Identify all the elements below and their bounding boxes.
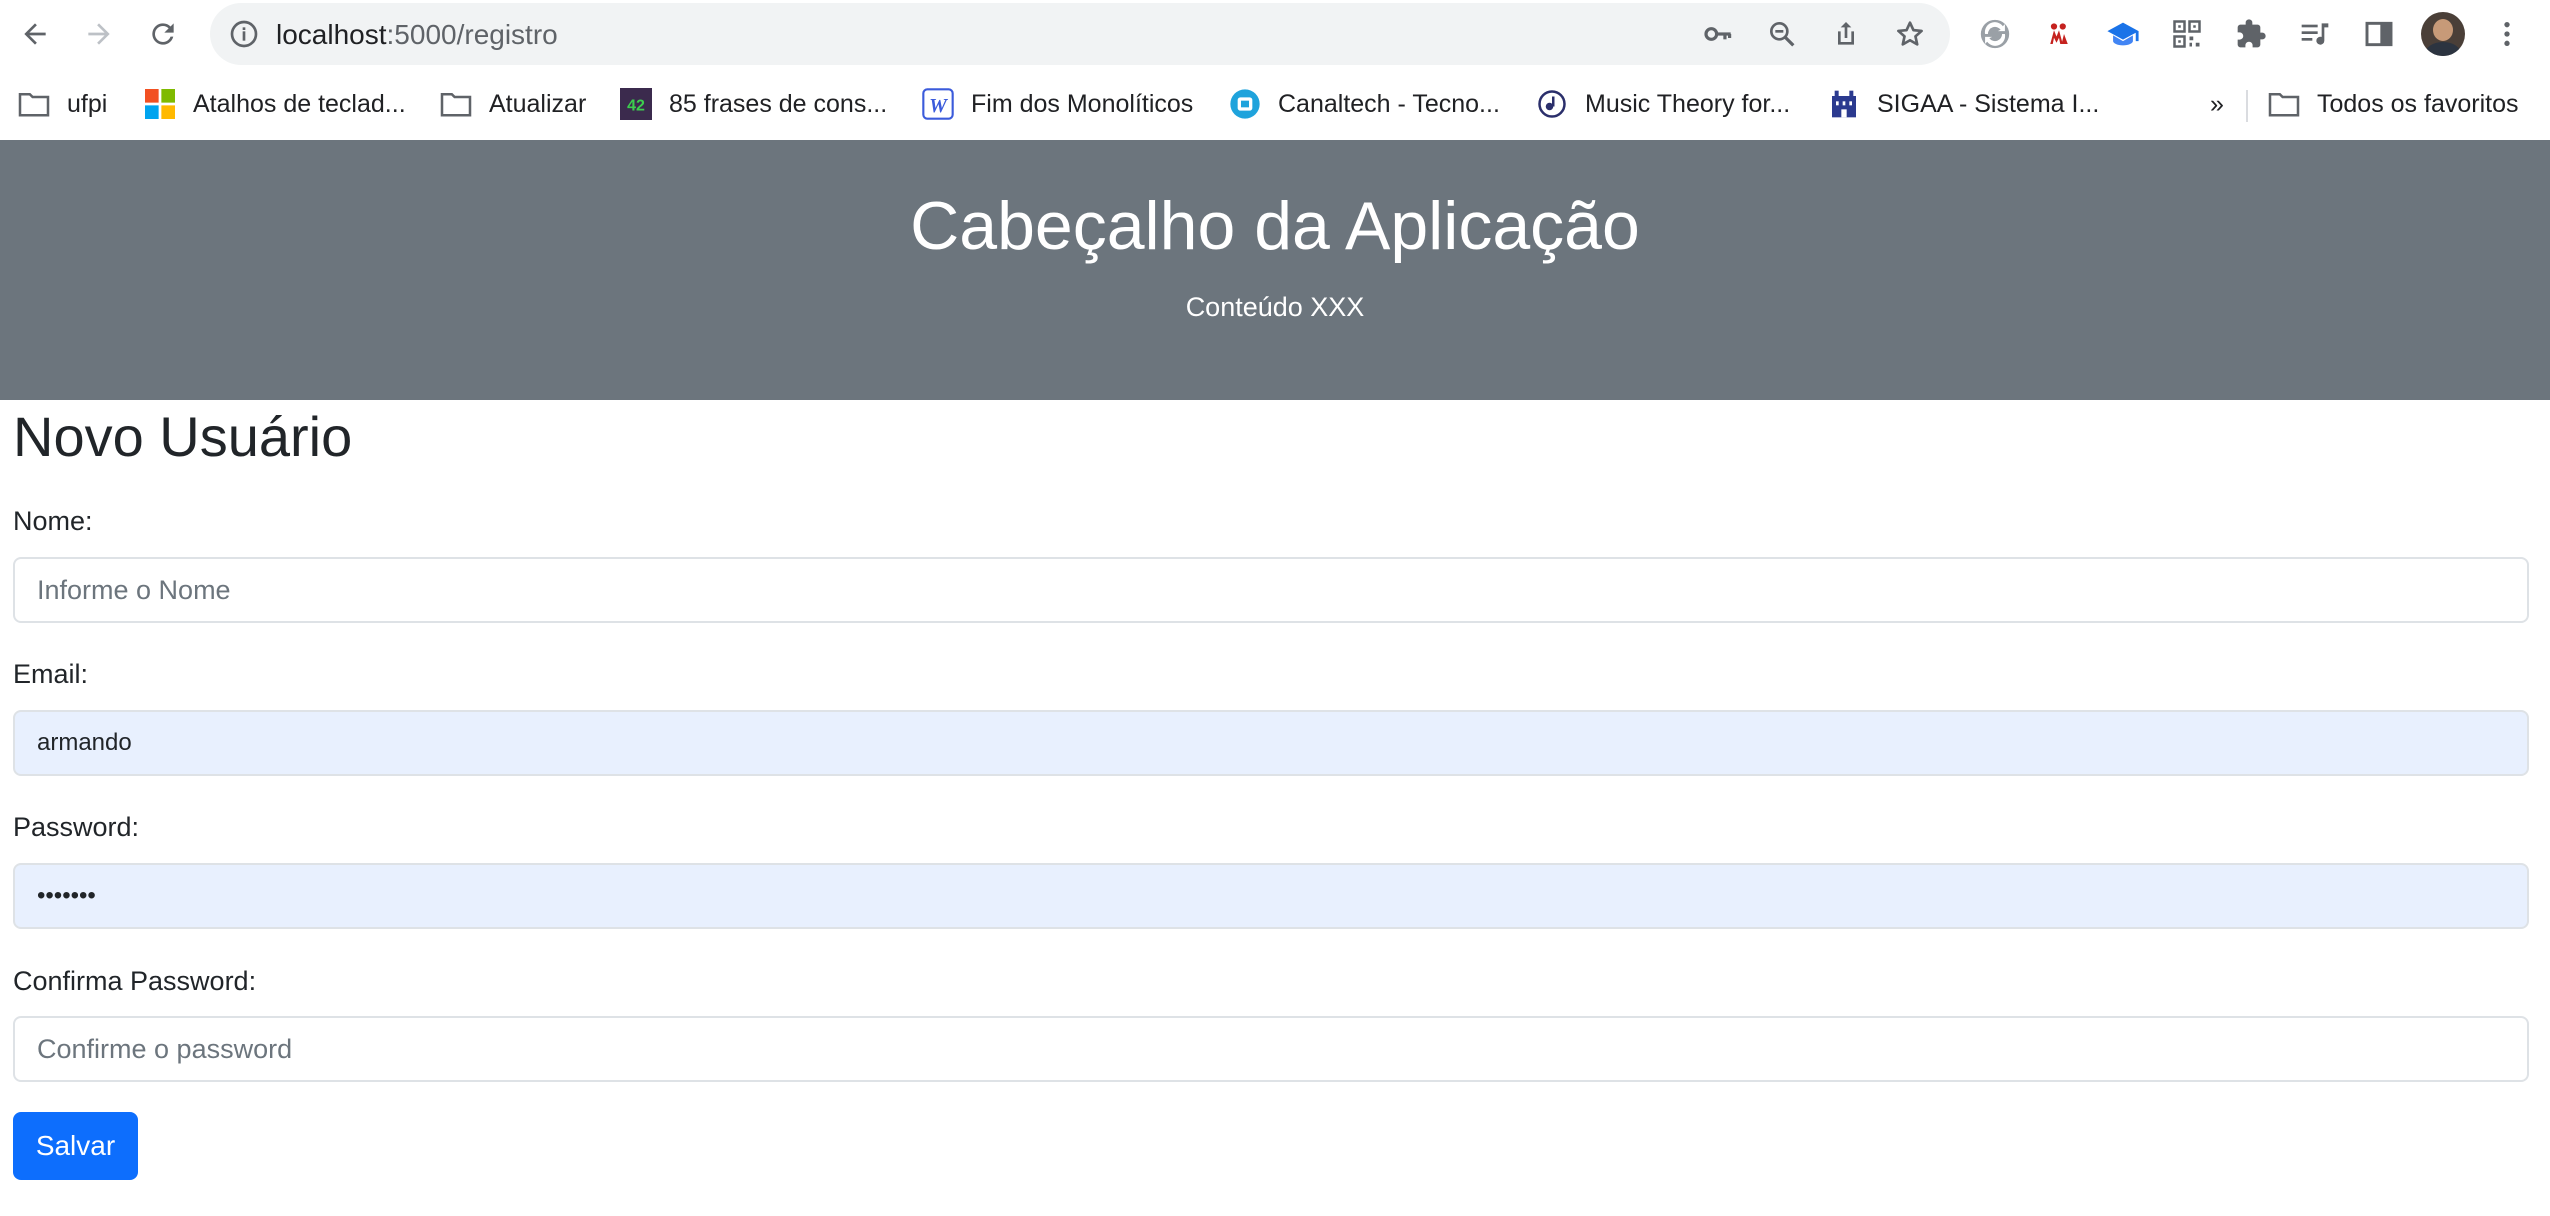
svg-text:42: 42 bbox=[627, 98, 645, 115]
overflow-chevron-icon: » bbox=[2210, 89, 2224, 118]
url-host: localhost bbox=[276, 19, 387, 50]
red-figures-extension-icon[interactable] bbox=[2041, 16, 2077, 52]
nome-label: Nome: bbox=[13, 506, 93, 536]
confirm-password-input[interactable] bbox=[13, 1016, 2529, 1082]
sigaa-icon bbox=[1827, 87, 1861, 121]
browser-toolbar: localhost:5000/registro bbox=[0, 0, 2550, 68]
bookmark-canaltech[interactable]: Canaltech - Tecno... bbox=[1228, 85, 1500, 123]
bookmark-sigaa[interactable]: SIGAA - Sistema I... bbox=[1827, 85, 2099, 123]
music-theory-icon bbox=[1535, 87, 1569, 121]
back-button[interactable] bbox=[11, 10, 59, 58]
confirm-password-label: Confirma Password: bbox=[13, 966, 257, 996]
bookmark-music-theory[interactable]: Music Theory for... bbox=[1535, 85, 1790, 123]
folder-icon bbox=[439, 87, 473, 121]
nome-input[interactable] bbox=[13, 557, 2529, 623]
password-key-icon[interactable] bbox=[1702, 18, 1734, 50]
zoom-icon[interactable] bbox=[1766, 18, 1798, 50]
bookmark-label: SIGAA - Sistema I... bbox=[1877, 89, 2100, 118]
extensions-puzzle-icon[interactable] bbox=[2233, 16, 2269, 52]
password-label: Password: bbox=[13, 812, 140, 842]
bookmarks-overflow-button[interactable]: » bbox=[2210, 85, 2224, 123]
bookmark-star-icon[interactable] bbox=[1894, 18, 1926, 50]
reload-icon bbox=[152, 23, 174, 45]
share-icon[interactable] bbox=[1830, 18, 1862, 50]
w-logo-icon: W bbox=[921, 87, 955, 121]
password-input[interactable] bbox=[13, 863, 2529, 929]
email-label: Email: bbox=[13, 659, 89, 689]
bookmark-85-frases[interactable]: 42 85 frases de cons... bbox=[619, 85, 887, 123]
forward-button[interactable] bbox=[75, 10, 123, 58]
app-header-title: Cabeçalho da Aplicação bbox=[910, 188, 1640, 264]
svg-text:W: W bbox=[929, 95, 948, 117]
url-path: :5000/registro bbox=[386, 19, 558, 50]
address-bar[interactable]: localhost:5000/registro bbox=[210, 3, 1950, 65]
url-text: localhost:5000/registro bbox=[276, 19, 558, 51]
bookmark-fim-monoliticos[interactable]: W Fim dos Monolíticos bbox=[921, 85, 1193, 123]
bookmark-label: Atalhos de teclad... bbox=[193, 89, 406, 118]
bookmarks-divider bbox=[2246, 90, 2248, 122]
app-header-subtitle: Conteúdo XXX bbox=[1185, 292, 1365, 322]
email-input[interactable] bbox=[13, 710, 2529, 776]
app-header: Cabeçalho da Aplicação Conteúdo XXX bbox=[0, 140, 2550, 400]
folder-icon bbox=[2267, 87, 2301, 121]
bookmark-label: Atualizar bbox=[489, 89, 587, 118]
bookmark-label: Todos os favoritos bbox=[2317, 89, 2519, 118]
badge-42-icon: 42 bbox=[619, 87, 653, 121]
page-title: Novo Usuário bbox=[13, 405, 353, 468]
bookmark-label: Canaltech - Tecno... bbox=[1278, 89, 1500, 118]
bookmarks-bar: ufpi Atalhos de teclad... Atualizar 42 8… bbox=[0, 68, 2550, 140]
graduation-cap-extension-icon[interactable] bbox=[2105, 16, 2141, 52]
sync-extension-icon[interactable] bbox=[1977, 16, 2013, 52]
bookmark-label: 85 frases de cons... bbox=[669, 89, 888, 118]
folder-icon bbox=[17, 87, 51, 121]
menu-kebab-icon[interactable] bbox=[2489, 16, 2525, 52]
bookmark-label: Fim dos Monolíticos bbox=[971, 89, 1194, 118]
qr-code-extension-icon[interactable] bbox=[2169, 16, 2205, 52]
microsoft-logo-icon bbox=[143, 87, 177, 121]
bookmark-atualizar[interactable]: Atualizar bbox=[439, 85, 586, 123]
canaltech-icon bbox=[1228, 87, 1262, 121]
bookmark-ufpi[interactable]: ufpi bbox=[17, 85, 107, 123]
site-info-icon[interactable] bbox=[228, 18, 260, 55]
side-panel-icon[interactable] bbox=[2361, 16, 2397, 52]
bookmark-label: ufpi bbox=[67, 89, 108, 118]
reload-button[interactable] bbox=[139, 10, 187, 58]
save-button[interactable]: Salvar bbox=[13, 1112, 138, 1180]
profile-avatar[interactable] bbox=[2421, 12, 2465, 56]
reading-list-icon[interactable] bbox=[2297, 16, 2333, 52]
bookmark-atalhos[interactable]: Atalhos de teclad... bbox=[143, 85, 406, 123]
forward-arrow-icon bbox=[88, 23, 110, 45]
bookmark-label: Music Theory for... bbox=[1585, 89, 1791, 118]
back-arrow-icon bbox=[24, 23, 46, 45]
bookmark-todos-favoritos[interactable]: Todos os favoritos bbox=[2267, 85, 2519, 123]
